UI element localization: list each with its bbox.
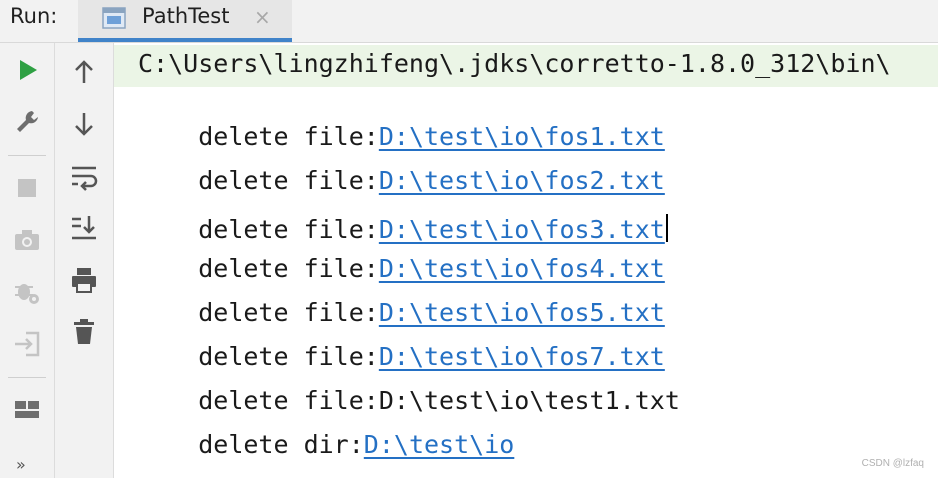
layout-icon[interactable] bbox=[12, 395, 42, 425]
output-prefix: delete dir: bbox=[198, 430, 364, 459]
output-line: delete dir:D:\test\io bbox=[138, 401, 514, 488]
login-exit-icon[interactable] bbox=[12, 329, 42, 359]
console-output[interactable]: C:\Users\lingzhifeng\.jdks\corretto-1.8.… bbox=[114, 43, 938, 478]
application-window-icon bbox=[102, 7, 126, 29]
tab-title: PathTest bbox=[142, 4, 230, 28]
wrench-icon[interactable] bbox=[12, 107, 42, 137]
console-actions-toolbar bbox=[55, 43, 114, 478]
arrow-down-icon[interactable] bbox=[69, 109, 99, 139]
print-icon[interactable] bbox=[69, 265, 99, 295]
toolbar-divider bbox=[8, 377, 46, 378]
run-toolwindow-header: Run: PathTest × bbox=[0, 0, 938, 43]
run-label: Run: bbox=[10, 4, 58, 28]
soft-wrap-icon[interactable] bbox=[69, 161, 99, 191]
command-line: C:\Users\lingzhifeng\.jdks\corretto-1.8.… bbox=[138, 49, 891, 78]
run-actions-toolbar: » bbox=[0, 43, 55, 478]
arrow-up-icon[interactable] bbox=[69, 57, 99, 87]
more-actions-icon[interactable]: » bbox=[16, 455, 26, 474]
camera-icon[interactable] bbox=[12, 225, 42, 255]
debug-gear-icon[interactable] bbox=[12, 277, 42, 307]
toolbar-divider bbox=[8, 155, 46, 156]
watermark: CSDN @lzfaq bbox=[861, 458, 924, 469]
text-caret bbox=[665, 214, 668, 242]
scroll-to-end-icon[interactable] bbox=[69, 213, 99, 243]
run-icon[interactable] bbox=[12, 55, 42, 85]
trash-icon[interactable] bbox=[69, 317, 99, 347]
close-icon[interactable]: × bbox=[254, 7, 271, 27]
stop-icon[interactable] bbox=[12, 173, 42, 203]
tab-pathtest[interactable]: PathTest × bbox=[78, 0, 292, 42]
dir-path-link[interactable]: D:\test\io bbox=[364, 430, 515, 459]
